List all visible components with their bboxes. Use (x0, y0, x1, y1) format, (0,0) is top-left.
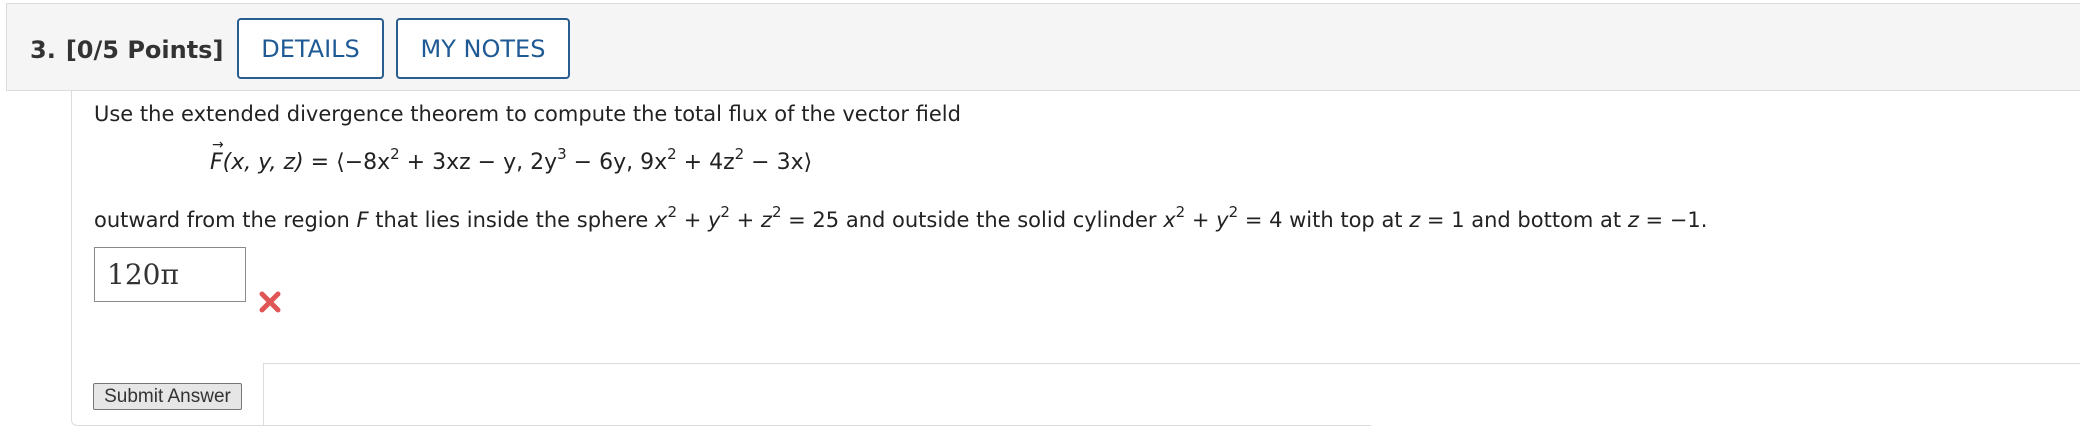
region-text: that lies inside the sphere (368, 208, 656, 232)
var-y: y (1216, 208, 1229, 232)
vector-arrow-icon: → (212, 137, 224, 153)
exp: 2 (720, 203, 730, 221)
region-text: = 25 and outside the solid cylinder (781, 208, 1164, 232)
plus: + (1185, 208, 1217, 232)
var-z: z (1627, 208, 1639, 232)
var-z: z (1409, 208, 1421, 232)
formula-c1b: + 3xz − y, 2y (399, 150, 558, 175)
var-y: y (707, 208, 721, 232)
points-label: [0/5 Points] (65, 36, 224, 64)
formula-exp: 3 (557, 145, 567, 163)
plus: + (729, 208, 761, 232)
formula-exp: 2 (667, 145, 677, 163)
formula-c1a: −8x (344, 150, 391, 175)
question-number: 3. [0/5 Points] (30, 36, 223, 64)
question-header: 3. [0/5 Points] DETAILS MY NOTES (6, 3, 2080, 91)
formula-c3b: − 3x (744, 150, 804, 175)
details-button[interactable]: DETAILS (237, 18, 384, 79)
var-x: x (655, 208, 668, 232)
exp: 2 (1175, 203, 1186, 221)
x-mark-icon (259, 291, 281, 313)
formula-exp: 2 (734, 145, 745, 163)
region-text: outward from the region (94, 208, 357, 232)
answer-input[interactable]: 120π (94, 247, 246, 302)
my-notes-button[interactable]: MY NOTES (396, 18, 570, 79)
divider-vertical (263, 363, 264, 426)
formula-equals: = (303, 150, 337, 175)
region-symbol: F (356, 208, 369, 232)
vector-f-symbol: → F(x, y, z) (210, 138, 304, 175)
question-number-label: 3. (30, 36, 56, 64)
question-body (71, 91, 1371, 426)
plus: + (677, 208, 708, 232)
formula-exp: 2 (390, 145, 400, 163)
submit-answer-button[interactable]: Submit Answer (93, 383, 242, 410)
exp: 2 (667, 203, 678, 221)
var-z: z (760, 208, 772, 232)
question-prompt: Use the extended divergence theorem to c… (94, 102, 961, 126)
formula-function: F(x, y, z) (210, 150, 304, 175)
region-text: = 1 and bottom at (1420, 208, 1628, 232)
formula-c3a: + 4z (676, 150, 735, 175)
region-text: = 4 with top at (1238, 208, 1410, 232)
region-description: outward from the region F that lies insi… (94, 205, 1708, 233)
region-text: = −1. (1638, 208, 1708, 232)
divider (263, 363, 2080, 364)
exp: 2 (1228, 203, 1239, 221)
formula-langle: ⟨ (336, 150, 345, 175)
var-x: x (1163, 208, 1176, 232)
formula-c2a: − 6y, 9x (566, 150, 668, 175)
formula-rangle: ⟩ (803, 150, 813, 175)
vector-field-formula: → F(x, y, z) = ⟨−8x2 + 3xz − y, 2y3 − 6y,… (210, 138, 813, 175)
